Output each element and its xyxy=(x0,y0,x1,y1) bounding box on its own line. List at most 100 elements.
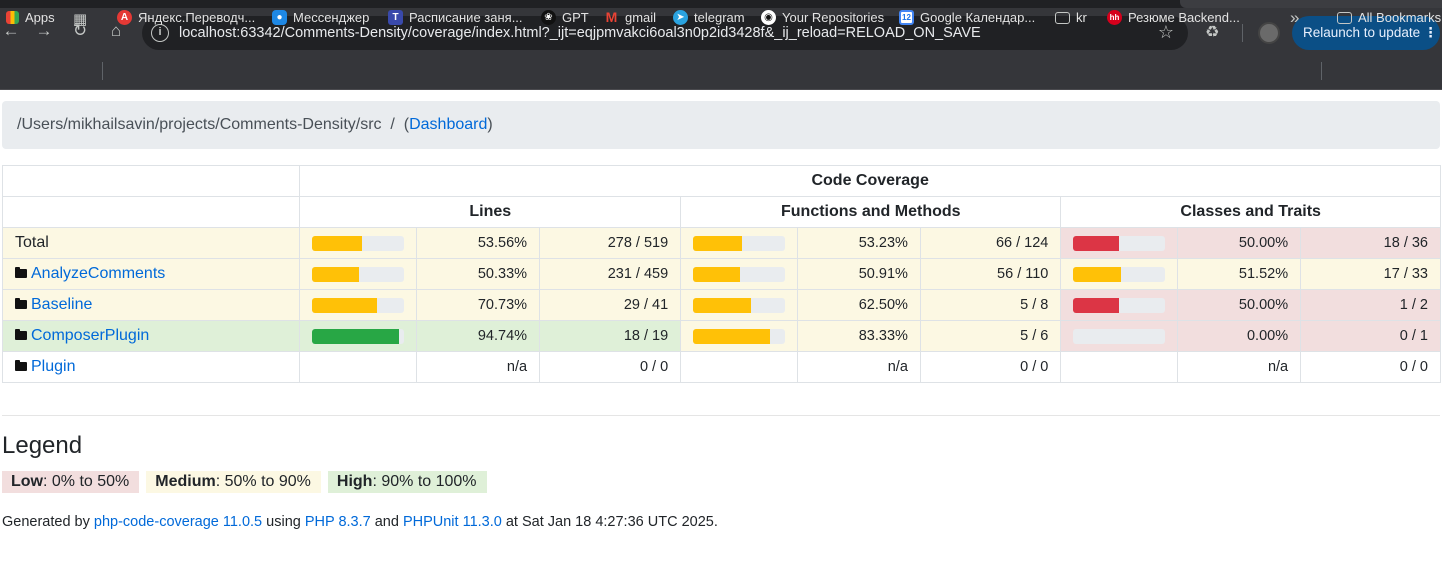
directory-link[interactable]: AnalyzeComments xyxy=(31,265,165,282)
progress-bar xyxy=(312,235,405,251)
bookmark-hh-resume[interactable]: hh Резюме Backend... xyxy=(1107,10,1240,25)
lines-bar-cell xyxy=(299,258,418,290)
methods-bar-cell xyxy=(680,289,799,321)
folder-icon xyxy=(15,267,27,278)
bookmark-label: Google Календар... xyxy=(920,10,1036,25)
progress-bar xyxy=(312,297,405,313)
classes-percent-cell: 50.00% xyxy=(1177,289,1302,321)
all-bookmarks-folder[interactable]: All Bookmarks xyxy=(1337,10,1441,25)
progress-bar xyxy=(1073,235,1166,251)
table-row: Total 53.56% 278 / 519 53.23% 66 / 124 50.00%… xyxy=(1,227,1441,259)
legend-high: High: 90% to 100% xyxy=(327,471,487,493)
methods-bar-cell xyxy=(680,320,799,352)
progress-fill xyxy=(312,266,359,282)
total-label: Total xyxy=(15,234,49,251)
grid-icon: ▦ xyxy=(73,11,88,28)
legend-low: Low: 0% to 50% xyxy=(2,471,140,493)
bookmark-kr-folder[interactable]: kr xyxy=(1055,10,1087,25)
url-text[interactable]: localhost:63342/Comments-Density/coverag… xyxy=(179,25,981,41)
classes-bar-cell xyxy=(1060,258,1179,290)
lines-bar-cell xyxy=(299,320,418,352)
bookmark-gpt[interactable]: ❀ GPT xyxy=(541,10,589,25)
bookmark-label: Мессенджер xyxy=(293,10,370,25)
directory-link[interactable]: Plugin xyxy=(31,358,75,375)
lines-count-cell: 0 / 0 xyxy=(539,351,682,383)
classes-percent-cell: 51.52% xyxy=(1177,258,1302,290)
telegram-icon: ➤ xyxy=(673,10,688,25)
bookmark-star-icon[interactable]: ☆ xyxy=(1158,22,1174,43)
progress-fill xyxy=(312,235,362,251)
methods-count-cell: 0 / 0 xyxy=(919,351,1062,383)
lines-percent-cell: n/a xyxy=(416,351,541,383)
table-row: AnalyzeComments 50.33% 231 / 459 50.91% 56 /… xyxy=(1,258,1441,290)
bookmark-google-calendar[interactable]: 12 Google Календар... xyxy=(899,10,1035,25)
progress-bar xyxy=(312,328,405,344)
methods-percent-cell: n/a xyxy=(797,351,921,383)
progress-fill xyxy=(312,328,400,344)
bookmark-schedule[interactable]: T Расписание заня... xyxy=(388,10,523,25)
classes-count-cell: 1 / 2 xyxy=(1300,289,1441,321)
site-info-icon[interactable]: i xyxy=(151,24,169,42)
php-code-coverage-link[interactable]: php-code-coverage 11.0.5 xyxy=(94,514,262,530)
progress-bar xyxy=(1073,297,1166,313)
bookmark-telegram[interactable]: ➤ telegram xyxy=(673,10,745,25)
classes-bar-cell xyxy=(1060,351,1179,383)
methods-bar-cell xyxy=(680,351,799,383)
directory-link[interactable]: Baseline xyxy=(31,296,92,313)
legend-medium-range: : 50% to 90% xyxy=(215,473,311,490)
more-bookmarks-chevron-icon[interactable]: » xyxy=(1290,8,1299,28)
row-name-cell: ComposerPlugin xyxy=(1,320,301,352)
row-name-cell: AnalyzeComments xyxy=(1,258,301,290)
classes-count-cell: 0 / 0 xyxy=(1300,351,1441,383)
lines-bar-cell xyxy=(299,289,418,321)
coverage-table-body: Total 53.56% 278 / 519 53.23% 66 / 124 50.00%… xyxy=(1,227,1441,383)
progress-fill xyxy=(1073,266,1121,282)
table-row: ComposerPlugin 94.74% 18 / 19 83.33% 5 / 6 0.… xyxy=(1,320,1441,352)
legend-title: Legend xyxy=(2,432,83,459)
toolbar-divider xyxy=(1242,24,1243,42)
php-link[interactable]: PHP 8.3.7 xyxy=(305,514,371,530)
methods-percent-cell: 62.50% xyxy=(797,289,921,321)
bookmark-label: Резюме Backend... xyxy=(1128,10,1240,25)
lines-percent-cell: 53.56% xyxy=(416,227,541,259)
bookmarks-divider xyxy=(1321,62,1322,80)
bookmark-label: kr xyxy=(1076,10,1087,25)
bookmark-github[interactable]: ◉ Your Repositories xyxy=(761,10,884,25)
row-name-cell: Total xyxy=(1,227,301,259)
methods-percent-cell: 50.91% xyxy=(797,258,921,290)
classes-bar-cell xyxy=(1060,227,1179,259)
classes-percent-cell: 50.00% xyxy=(1177,227,1302,259)
lines-count-cell: 29 / 41 xyxy=(539,289,682,321)
dashboard-link[interactable]: Dashboard xyxy=(409,116,487,133)
classes-bar-cell xyxy=(1060,320,1179,352)
legend-high-range: : 90% to 100% xyxy=(372,473,477,490)
generated-by-footer: Generated by php-code-coverage 11.0.5 us… xyxy=(2,514,718,530)
directory-link[interactable]: ComposerPlugin xyxy=(31,327,149,344)
google-calendar-icon: 12 xyxy=(899,10,914,25)
more-vert-icon: ⋮ xyxy=(1423,25,1438,40)
classes-bar-cell xyxy=(1060,289,1179,321)
progress-bar xyxy=(693,297,786,313)
progress-fill xyxy=(693,297,751,313)
progress-fill xyxy=(693,266,740,282)
classes-count-cell: 18 / 36 xyxy=(1300,227,1441,259)
bookmark-gmail[interactable]: Mgmail xyxy=(604,10,656,26)
extensions-puzzle-icon[interactable]: ♻ xyxy=(1205,22,1225,42)
bookmark-messenger[interactable]: ● Мессенджер xyxy=(272,10,369,25)
bookmark-apps[interactable]: Apps xyxy=(6,10,55,25)
phpunit-link[interactable]: PHPUnit 11.3.0 xyxy=(403,514,502,530)
profile-avatar[interactable] xyxy=(1258,22,1280,44)
folder-icon xyxy=(15,329,27,340)
breadcrumb-path: /Users/mikhailsavin/projects/Comments-De… xyxy=(17,116,382,133)
bookmark-label: telegram xyxy=(694,10,745,25)
lines-percent-cell: 94.74% xyxy=(416,320,541,352)
bookmark-grid[interactable]: ▦ xyxy=(73,10,87,28)
footer-prefix: Generated by xyxy=(2,514,94,530)
methods-count-cell: 5 / 8 xyxy=(919,289,1062,321)
folder-icon xyxy=(15,298,27,309)
row-name-cell: Baseline xyxy=(1,289,301,321)
bookmark-yandex-translate[interactable]: A Яндекс.Переводч... xyxy=(117,10,255,25)
methods-percent-cell: 83.33% xyxy=(797,320,921,352)
footer-divider xyxy=(2,415,1440,416)
lines-percent-cell: 50.33% xyxy=(416,258,541,290)
